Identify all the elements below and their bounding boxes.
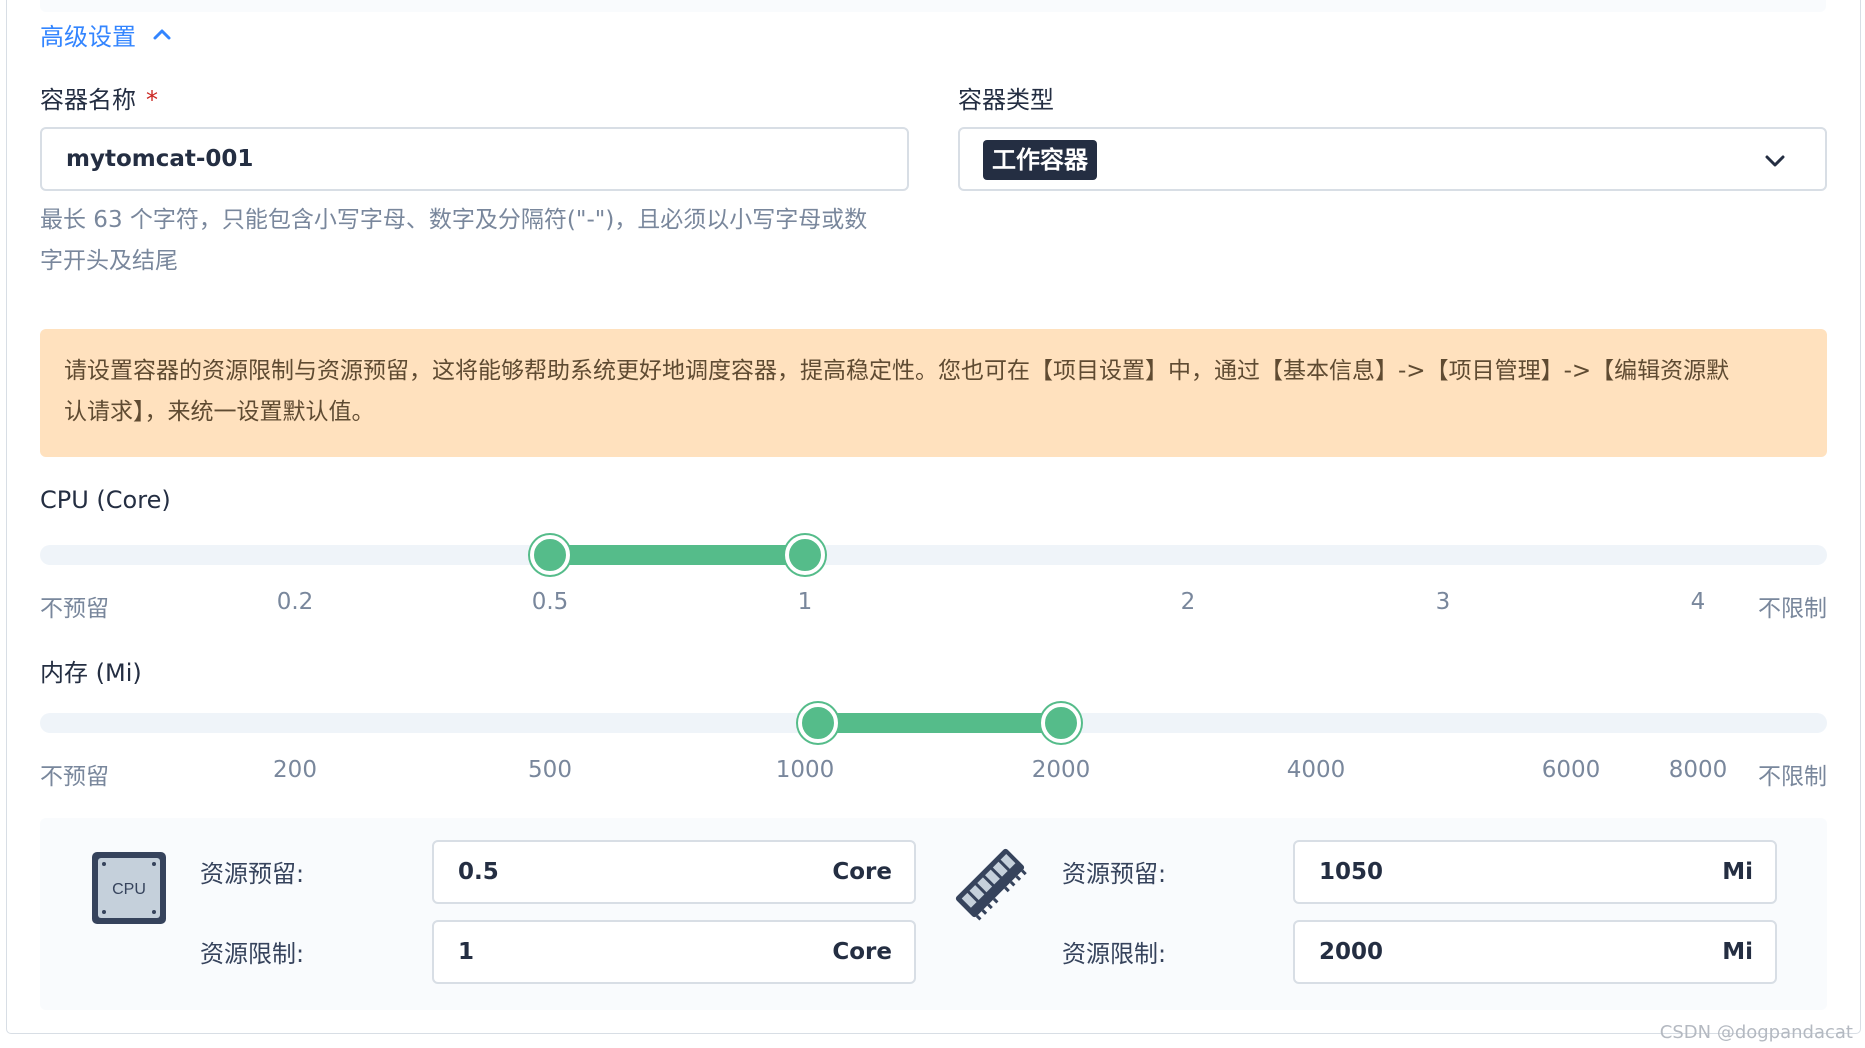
memory-tick: 4000	[1286, 757, 1346, 783]
cpu-icon-text: CPU	[112, 881, 146, 898]
hint-line-1: 最长 63 个字符，只能包含小写字母、数字及分隔符("-")，且必须以小写字母或…	[40, 207, 868, 233]
cpu-limit-unit: Core	[832, 939, 892, 965]
cpu-reservation-handle[interactable]	[530, 535, 570, 575]
container-name-label: 容器名称 *	[40, 80, 158, 115]
cpu-limit-field[interactable]: Core	[432, 920, 916, 984]
container-type-label: 容器类型	[958, 86, 1054, 114]
cpu-limit-handle[interactable]	[785, 535, 825, 575]
hint-line-2: 字开头及结尾	[40, 248, 178, 274]
memory-reservation-input[interactable]	[1295, 842, 1775, 902]
cpu-tick: 1	[797, 589, 813, 615]
container-type-selected-tag: 工作容器	[983, 140, 1097, 180]
chevron-up-icon	[153, 29, 171, 40]
cpu-tick: 0.2	[276, 589, 314, 615]
memory-tick: 2000	[1031, 757, 1091, 783]
memory-slider-range	[818, 713, 1061, 733]
cpu-tick: 不限制	[1758, 596, 1827, 622]
memory-tick: 8000	[1668, 757, 1728, 783]
container-name-input[interactable]	[42, 129, 907, 189]
cpu-slider-range	[550, 545, 805, 565]
memory-tick: 不限制	[1758, 764, 1827, 790]
notice-line-2: 认请求】，来统一设置默认值。	[64, 399, 375, 425]
resource-notice: 请设置容器的资源限制与资源预留，这将能够帮助系统更好地调度容器，提高稳定性。您也…	[40, 329, 1827, 457]
memory-reservation-unit: Mi	[1722, 859, 1753, 885]
memory-icon	[955, 848, 1027, 921]
memory-reservation-handle[interactable]	[798, 703, 838, 743]
cpu-tick: 0.5	[531, 589, 569, 615]
memory-tick: 6000	[1541, 757, 1601, 783]
cpu-limit-label: 资源限制:	[200, 940, 305, 968]
memory-tick: 1000	[775, 757, 835, 783]
memory-slider-track[interactable]	[40, 713, 1827, 733]
previous-section-bar	[40, 0, 1826, 12]
memory-limit-label: 资源限制:	[1062, 940, 1167, 968]
cpu-tick: 4	[1690, 589, 1706, 615]
memory-limit-handle[interactable]	[1041, 703, 1081, 743]
cpu-reservation-label: 资源预留:	[200, 860, 305, 888]
container-name-field[interactable]	[40, 127, 909, 191]
cpu-tick: 2	[1180, 589, 1196, 615]
memory-slider-label: 内存 (Mi)	[40, 659, 142, 687]
memory-limit-field[interactable]: Mi	[1293, 920, 1777, 984]
memory-tick: 500	[528, 757, 572, 783]
container-name-hint: 最长 63 个字符，只能包含小写字母、数字及分隔符("-")，且必须以小写字母或…	[40, 200, 920, 282]
cpu-tick: 3	[1435, 589, 1451, 615]
cpu-slider-track[interactable]	[40, 545, 1827, 565]
advanced-settings-label: 高级设置	[40, 22, 136, 51]
memory-limit-input[interactable]	[1295, 922, 1775, 982]
memory-reservation-field[interactable]: Mi	[1293, 840, 1777, 904]
chevron-down-icon	[1765, 155, 1785, 167]
cpu-tick: 不预留	[40, 596, 109, 622]
cpu-reservation-field[interactable]: Core	[432, 840, 916, 904]
memory-tick: 不预留	[40, 764, 109, 790]
cpu-icon: CPU	[92, 852, 166, 924]
memory-tick: 200	[273, 757, 317, 783]
memory-limit-unit: Mi	[1722, 939, 1753, 965]
watermark: CSDN @dogpandacat	[1659, 1022, 1853, 1043]
notice-line-1: 请设置容器的资源限制与资源预留，这将能够帮助系统更好地调度容器，提高稳定性。您也…	[64, 358, 1730, 384]
required-mark: *	[146, 86, 158, 114]
advanced-settings-toggle[interactable]: 高级设置	[40, 16, 178, 52]
container-name-label-text: 容器名称	[40, 86, 136, 114]
memory-reservation-label: 资源预留:	[1062, 860, 1167, 888]
cpu-slider-label: CPU (Core)	[40, 486, 171, 514]
cpu-reservation-unit: Core	[832, 859, 892, 885]
